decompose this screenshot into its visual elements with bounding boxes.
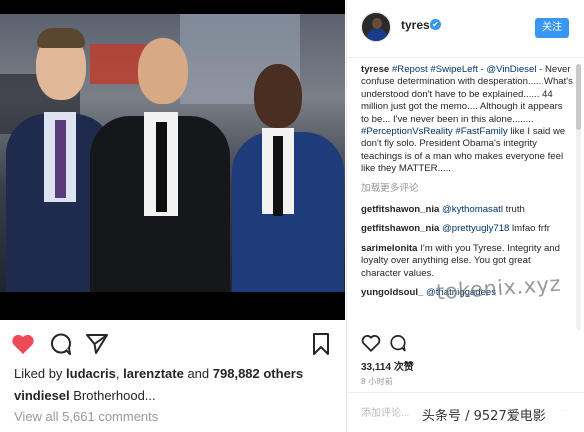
comment-username[interactable]: sarimelonita [361,243,418,254]
comment-username[interactable]: yungoldsoul_ [361,287,423,298]
comment-username[interactable]: getfitshawon_nia [361,223,439,234]
liked-by-text: Liked by ludacris, larenztate and 798,88… [14,366,303,381]
heart-filled-icon[interactable] [10,332,36,356]
photo-person-center [90,26,230,292]
post-timestamp: 8 小时前 [361,377,394,386]
comment-tag-link[interactable]: @prettyugly718 [442,223,509,234]
caption-username[interactable]: vindiesel [14,388,70,403]
comment-tag-link[interactable]: #Repost [392,64,428,75]
view-all-comments-link[interactable]: View all 5,661 comments [14,409,158,424]
panel-action-bar [361,334,573,354]
comment-scrollbar[interactable] [576,64,581,330]
comment-tag-link[interactable]: #PerceptionVsReality [361,126,453,137]
verified-badge-icon: ✔ [430,19,441,30]
comment-bubble-icon[interactable] [48,332,74,356]
comment-text: truth [502,204,525,216]
panel-divider [347,392,584,393]
comment-tag-link[interactable]: @kythomasatl [442,204,503,215]
load-more-comments-link[interactable]: 加载更多评论 [361,183,573,195]
comment-username[interactable]: tyrese [361,64,389,75]
post-left-column: Liked by ludacris, larenztate and 798,88… [0,0,345,432]
comment-text: lmfao frfr [509,223,550,235]
avatar[interactable] [361,12,391,42]
comment-item: tyrese #Repost #SwipeLeft - @VinDiesel -… [361,64,573,176]
post-detail-panel: tyrese ✔ 关注 tyrese #Repost #SwipeLeft - … [346,0,584,432]
scrollbar-thumb[interactable] [576,64,581,130]
caption-text: Brotherhood... [69,388,156,403]
liked-by-user-link[interactable]: larenztate [123,366,184,381]
bookmark-icon[interactable] [308,332,334,356]
comment-item: getfitshawon_nia @kythomasatl truth [361,204,573,216]
comment-tag-link[interactable]: #FastFamily [455,126,507,137]
post-action-bar [0,330,345,358]
paper-plane-icon[interactable] [84,332,110,356]
comment-tag-link[interactable]: @VinDiesel [486,64,536,75]
add-comment-input[interactable]: 添加评论... [361,404,409,419]
follow-button[interactable]: 关注 [535,18,569,38]
comment-username[interactable]: getfitshawon_nia [361,204,439,215]
liked-by-and: and [183,366,213,381]
comment-item: getfitshawon_nia @prettyugly718 lmfao fr… [361,223,573,235]
panel-header: tyrese ✔ 关注 [347,0,584,58]
post-caption: vindiesel Brotherhood... [14,388,156,403]
liked-by-user-link[interactable]: ludacris [66,366,116,381]
post-photo-scene [0,14,345,292]
photo-person-right [232,58,344,292]
post-photo[interactable] [0,0,345,320]
comment-bubble-icon[interactable] [389,334,407,357]
liked-by-count[interactable]: 798,882 others [213,366,303,381]
heart-outline-icon[interactable] [361,334,381,357]
like-count[interactable]: 33,114 次赞 [361,358,414,373]
source-credit: 头条号 / 9527爱电影 [414,404,584,430]
comment-tag-link[interactable]: #SwipeLeft [430,64,477,75]
liked-by-prefix: Liked by [14,366,67,381]
